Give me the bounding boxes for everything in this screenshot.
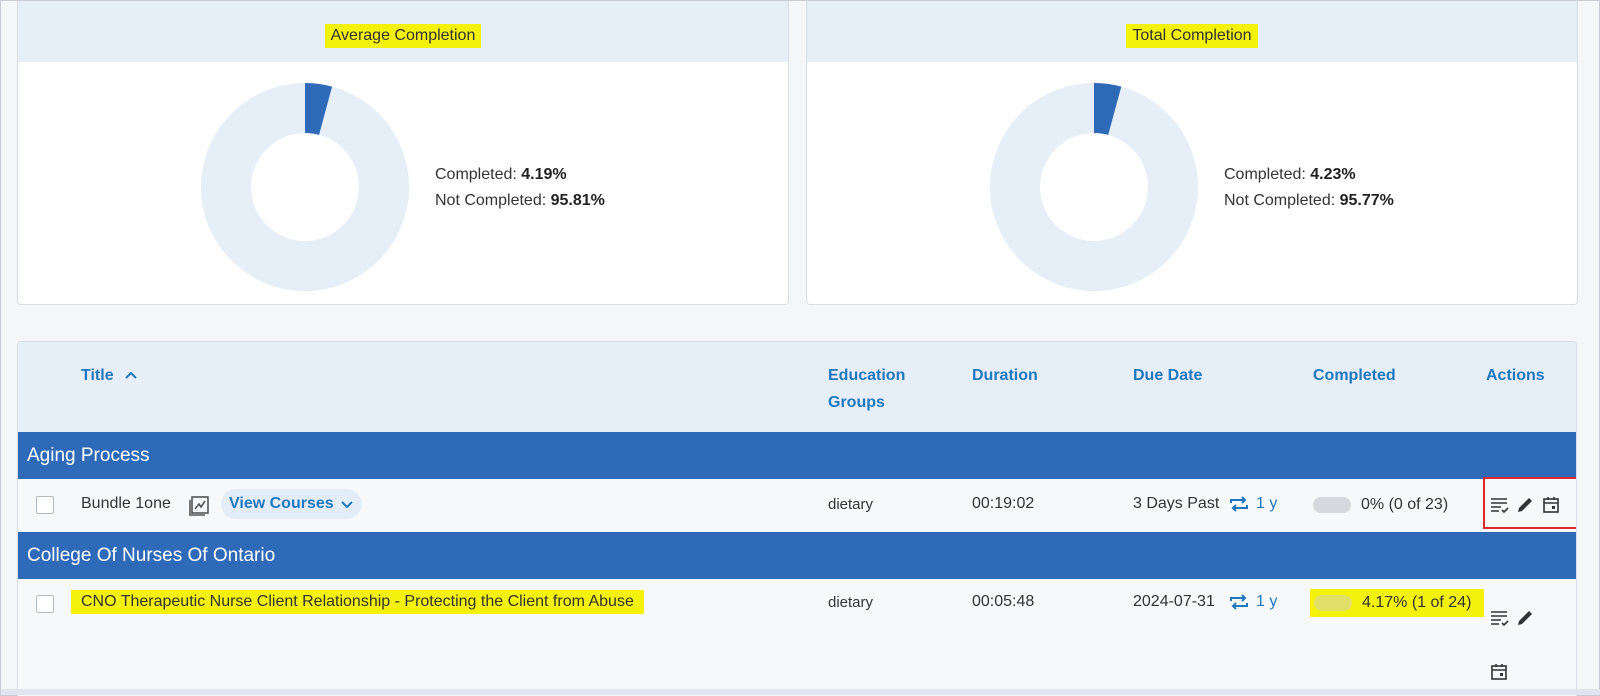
recurrence-label: 1 y [1256,593,1278,610]
average-completion-card: Average Completion Completed: 4.19% Not … [17,1,789,305]
not-completed-value: 95.77% [1339,192,1394,209]
average-completion-legend: Completed: 4.19% Not Completed: 95.81% [435,162,605,214]
edit-pencil-icon[interactable] [1514,494,1536,516]
analytics-icon[interactable] [186,493,212,519]
calendar-icon[interactable] [1488,661,1510,683]
completion: 0% (0 of 23) [1313,496,1448,514]
due-date: 2024-07-31 [1133,593,1215,610]
completed-value: 4.19% [521,166,567,183]
recurrence-label: 1 y [1256,495,1278,512]
column-header-actions: Actions [1486,367,1545,384]
column-header-education-groups[interactable]: Education Groups [828,362,905,416]
column-header-title[interactable]: Title [81,362,142,389]
completion-bar [1313,497,1351,513]
row-actions [1488,494,1562,516]
not-completed-value: 95.81% [550,192,605,209]
completion-text: 4.17% (1 of 24) [1362,594,1472,611]
not-completed-label: Not Completed: [1224,192,1336,209]
course-title[interactable]: CNO Therapeutic Nurse Client Relationshi… [81,593,634,610]
completed-value: 4.23% [1310,166,1356,183]
table-row: CNO Therapeutic Nurse Client Relationshi… [18,579,1576,696]
duration: 00:05:48 [972,593,1035,610]
calendar-icon[interactable] [1540,494,1562,516]
course-title[interactable]: Bundle 1one [81,495,171,513]
column-header-completed[interactable]: Completed [1313,362,1396,389]
duration: 00:19:02 [972,495,1035,512]
group-row-college-of-nurses: College Of Nurses Of Ontario [18,532,1576,579]
column-header-due-date[interactable]: Due Date [1133,362,1202,389]
completion-bar [1314,595,1352,611]
education-group: dietary [828,496,874,513]
column-edu-line2: Groups [828,394,885,411]
average-completion-donut [201,83,409,291]
courses-table: Title Education Groups Duration Due Date… [17,341,1577,696]
card-header: Average Completion [18,1,788,62]
row-checkbox[interactable] [36,496,54,514]
table-header: Title Education Groups Duration Due Date… [18,342,1576,432]
education-group: dietary [828,594,874,611]
view-courses-label: View Courses [229,495,334,512]
list-details-icon[interactable] [1488,494,1510,516]
total-completion-card: Total Completion Completed: 4.23% Not Co… [806,1,1578,305]
row-checkbox[interactable] [36,595,54,613]
column-header-duration[interactable]: Duration [972,362,1038,389]
view-courses-button[interactable]: View Courses [221,489,362,519]
card-header: Total Completion [807,1,1577,62]
course-title-highlight: CNO Therapeutic Nurse Client Relationshi… [71,590,644,614]
repeat-icon [1228,591,1250,613]
completed-label: Completed: [1224,166,1306,183]
not-completed-label: Not Completed: [435,192,547,209]
completed-label: Completed: [435,166,517,183]
sort-ascending-icon [120,365,142,387]
column-edu-line1: Education [828,367,906,384]
recurrence: 1 y [1228,493,1277,515]
total-completion-title: Total Completion [1126,23,1258,48]
total-completion-legend: Completed: 4.23% Not Completed: 95.77% [1224,162,1394,214]
edit-pencil-icon[interactable] [1514,607,1536,629]
total-completion-donut [990,83,1198,291]
chevron-down-icon [340,497,354,511]
column-title-label: Title [81,367,114,384]
average-completion-title: Average Completion [324,23,482,48]
bottom-strip [1,689,1600,695]
repeat-icon [1228,493,1250,515]
group-row-aging-process: Aging Process [18,432,1576,479]
recurrence: 1 y [1228,591,1277,613]
completion: 4.17% (1 of 24) [1310,589,1484,617]
list-details-icon[interactable] [1488,607,1510,629]
due-date: 3 Days Past [1133,495,1220,512]
completion-text: 0% (0 of 23) [1361,496,1449,513]
table-row: Bundle 1one View Courses dietary 00:19:0… [18,479,1576,532]
